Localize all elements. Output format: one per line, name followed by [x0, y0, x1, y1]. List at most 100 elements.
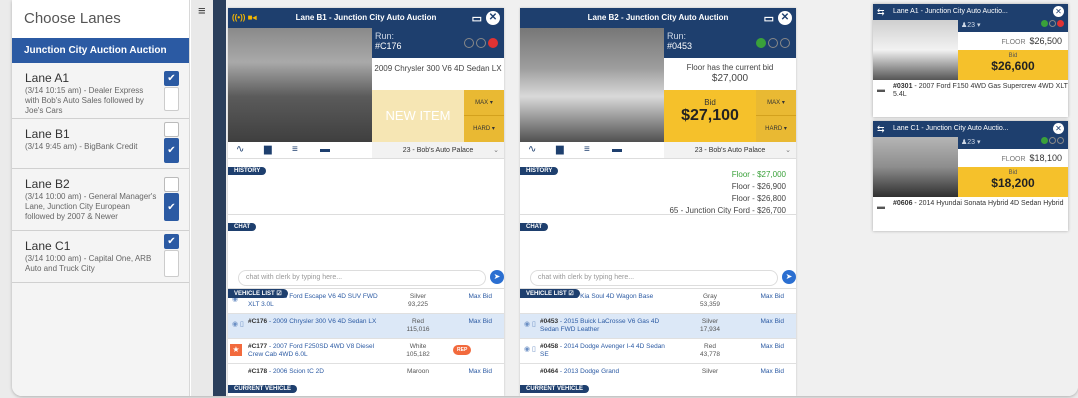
monitor-icon[interactable]: ▭: [472, 9, 482, 29]
max-bid-link[interactable]: Max Bid: [761, 293, 784, 301]
list-icon[interactable]: ≡: [292, 144, 298, 155]
list-item[interactable]: ◉ ▯ #0453 - 2015 Buick LaCrosse V6 Gas 4…: [520, 314, 796, 339]
lane-checkbox[interactable]: [164, 122, 179, 137]
card-vehicle-desc: ▬ #0301 - 2007 Ford F150 4WD Gas Supercr…: [873, 80, 1068, 102]
history-label: HISTORY: [228, 167, 267, 175]
lane-item-b1[interactable]: Lane B1 (3/14 9:45 am) - BigBank Credit …: [12, 119, 189, 169]
floor-price: FLOOR $26,500: [958, 32, 1068, 50]
run-count: 23: [967, 139, 976, 146]
vehicle-camera-feed: [520, 28, 664, 142]
eye-icon[interactable]: ◉ ▯: [232, 321, 244, 329]
vehicle-id: #C176: [248, 318, 268, 325]
lane-secondary-checkbox[interactable]: ✔: [164, 193, 179, 221]
vehicle-id: #0453: [540, 318, 559, 325]
history-entry: Floor - $26,900: [731, 182, 786, 191]
seller-select[interactable]: 23 - Bob's Auto Palace ⌄: [664, 142, 796, 159]
swap-icon[interactable]: ⇆: [877, 4, 885, 20]
car-icon: ▬: [877, 85, 885, 94]
lane-checkbox[interactable]: ✔: [164, 71, 179, 86]
panel-title-bar: ((•)) ■◂ Lane B1 - Junction City Auto Au…: [228, 8, 504, 28]
send-button[interactable]: ➤: [782, 270, 796, 284]
bid-button[interactable]: Bid $26,600: [958, 50, 1068, 80]
activity-icon[interactable]: ∿: [528, 144, 536, 155]
vehicle-description: 2009 Chrysler 300 V6 4D Sedan LX: [374, 64, 502, 73]
star-icon[interactable]: ★: [230, 344, 242, 356]
send-button[interactable]: ➤: [490, 270, 504, 284]
max-bid-button[interactable]: MAX ▾: [464, 90, 504, 116]
floor-status: Floor has the current bid $27,000: [664, 58, 796, 90]
current-vehicle-label[interactable]: CURRENT VEHICLE: [228, 385, 298, 393]
lane-checkbox[interactable]: ✔: [164, 234, 179, 249]
vehicle-photo: [873, 20, 958, 80]
seller-select[interactable]: 23 - Bob's Auto Palace ⌄: [372, 142, 504, 159]
panel-title-bar: Lane B2 - Junction City Auto Auction ▭ ✕: [520, 8, 796, 28]
lane-card-a1[interactable]: ⇆ Lane A1 - Junction City Auto Auctio...…: [873, 4, 1068, 117]
monitor-icon[interactable]: ▭: [764, 9, 774, 29]
vehicle-color: Gray: [702, 293, 718, 300]
close-icon[interactable]: ✕: [1053, 123, 1064, 134]
hamburger-menu-icon[interactable]: ≡: [198, 4, 210, 17]
lane-checkbox[interactable]: [164, 177, 179, 192]
current-vehicle-label[interactable]: CURRENT VEHICLE: [520, 385, 590, 393]
auction-name[interactable]: Junction City Auction Auction: [12, 38, 189, 63]
max-bid-link[interactable]: Max Bid: [761, 368, 784, 376]
chat-section: CHAT chat with clerk by typing here... ➤: [520, 215, 796, 289]
close-icon[interactable]: ✕: [486, 11, 500, 25]
lane-secondary-checkbox[interactable]: [164, 250, 179, 277]
live-broadcast-icon: ((•)) ■◂: [232, 13, 257, 22]
sidebar-title: Choose Lanes: [12, 0, 189, 38]
vehicle-miles: 17,934: [700, 326, 720, 333]
car-icon: ▬: [877, 202, 885, 211]
eye-icon[interactable]: ◉ ▯: [524, 321, 536, 329]
lane-item-b2[interactable]: Lane B2 (3/14 10:00 am) - General Manage…: [12, 169, 189, 231]
activity-icon[interactable]: ∿: [236, 144, 244, 155]
chat-section: CHAT chat with clerk by typing here... ➤: [228, 215, 504, 289]
eye-icon[interactable]: ◉ ▯: [524, 346, 536, 354]
max-bid-link[interactable]: Max Bid: [761, 343, 784, 351]
lane-description: (3/14 10:00 am) - Capital One, ARB Auto …: [25, 254, 152, 273]
chat-icon[interactable]: ▆: [556, 144, 564, 155]
lane-secondary-checkbox[interactable]: [164, 87, 179, 111]
bid-status[interactable]: Bid $27,100: [664, 90, 756, 142]
max-bid-button[interactable]: MAX ▾: [756, 90, 796, 116]
max-bid-link[interactable]: Max Bid: [469, 368, 492, 376]
chat-input[interactable]: chat with clerk by typing here...: [238, 270, 486, 286]
list-item[interactable]: #C178 - 2006 Scion tC 2D Maroon Max Bid: [228, 364, 504, 384]
rep-badge[interactable]: REP: [453, 345, 472, 355]
bid-button[interactable]: Bid $18,200: [958, 167, 1068, 197]
list-item[interactable]: #0464 - 2013 Dodge Grand Silver Max Bid: [520, 364, 796, 384]
chevron-down-icon: ⌄: [785, 147, 791, 154]
lane-item-a1[interactable]: Lane A1 (3/14 10:15 am) - Dealer Express…: [12, 63, 189, 119]
car-icon[interactable]: ▬: [320, 144, 330, 155]
vehicle-list-label[interactable]: VEHICLE LIST ☑: [520, 289, 580, 298]
lane-item-c1[interactable]: Lane C1 (3/14 10:00 am) - Capital One, A…: [12, 231, 189, 283]
vehicle-color: Silver: [701, 318, 719, 325]
list-item[interactable]: ★ #C177 - 2007 Ford F250SD 4WD V8 Diesel…: [228, 339, 504, 364]
bid-status: NEW ITEM: [372, 90, 464, 142]
hard-bid-button[interactable]: HARD ▾: [464, 116, 504, 142]
car-icon[interactable]: ▬: [612, 144, 622, 155]
card-title: Lane A1 - Junction City Auto Auctio...: [893, 8, 1008, 15]
max-bid-link[interactable]: Max Bid: [761, 318, 784, 326]
close-icon[interactable]: ✕: [778, 11, 792, 25]
floor-label: FLOOR: [1001, 156, 1026, 163]
chat-icon[interactable]: ▆: [264, 144, 272, 155]
chat-input[interactable]: chat with clerk by typing here...: [530, 270, 778, 286]
vehicle-desc: 2015 Buick LaCrosse V6 Gas 4D Sedan FWD …: [540, 318, 660, 333]
status-light: [768, 38, 778, 48]
swap-icon[interactable]: ⇆: [877, 121, 885, 137]
list-item[interactable]: ◉ ▯ #C176 - 2009 Chrysler 300 V6 4D Seda…: [228, 314, 504, 339]
max-bid-link[interactable]: Max Bid: [469, 293, 492, 301]
lane-card-c1[interactable]: ⇆ Lane C1 - Junction City Auto Auctio...…: [873, 121, 1068, 231]
vehicle-miles: 43,778: [700, 351, 720, 358]
max-bid-link[interactable]: Max Bid: [469, 318, 492, 326]
lane-secondary-checkbox[interactable]: ✔: [164, 138, 179, 163]
vehicle-list-label[interactable]: VEHICLE LIST ☑: [228, 289, 288, 298]
vehicle-color: Red: [412, 318, 424, 325]
list-icon[interactable]: ≡: [584, 144, 590, 155]
close-icon[interactable]: ✕: [1053, 6, 1064, 17]
hard-bid-button[interactable]: HARD ▾: [756, 116, 796, 142]
status-light-green: [1041, 20, 1048, 27]
vehicle-desc: 2014 Dodge Avenger I-4 4D Sedan SE: [540, 343, 665, 358]
list-item[interactable]: ◉ ▯ #0458 - 2014 Dodge Avenger I-4 4D Se…: [520, 339, 796, 364]
